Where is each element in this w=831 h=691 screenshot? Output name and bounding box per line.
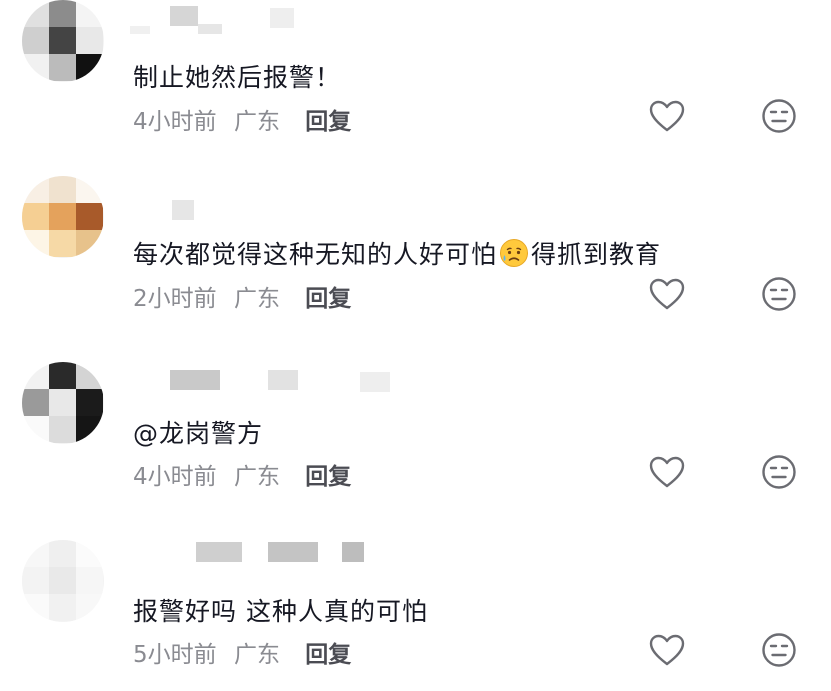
comment-text-part: 每次都觉得这种无知的人好可怕 [133, 240, 498, 269]
username-redacted[interactable] [130, 542, 390, 568]
comment-location: 广东 [233, 464, 280, 490]
neutral-face-icon[interactable] [761, 276, 797, 312]
heart-outline-icon[interactable] [649, 456, 685, 488]
comment-meta: 4小时前 广东 回复 [133, 457, 351, 491]
comment-text: 每次都觉得这种无知的人好可怕 得抓到教育 [133, 235, 661, 271]
comment-time: 4小时前 [133, 464, 217, 490]
comment-item: @龙岗警方 4小时前 广东 回复 [0, 356, 831, 506]
avatar[interactable] [22, 540, 104, 622]
neutral-face-icon[interactable] [761, 632, 797, 668]
sad-sweat-face-icon [500, 239, 529, 267]
neutral-face-icon[interactable] [761, 98, 797, 134]
neutral-face-icon[interactable] [761, 454, 797, 490]
comment-text: 制止她然后报警！ [133, 63, 342, 92]
comment-location: 广东 [233, 109, 280, 135]
reply-button[interactable]: 回复 [305, 286, 351, 312]
reply-button[interactable]: 回复 [305, 109, 351, 135]
comment-text-part: 得抓到教育 [531, 240, 662, 269]
avatar[interactable] [22, 362, 104, 444]
comment-meta: 2小时前 广东 回复 [133, 279, 351, 313]
comment-time: 2小时前 [133, 286, 217, 312]
reply-button[interactable]: 回复 [305, 642, 351, 668]
comment-meta: 5小时前 广东 回复 [133, 635, 351, 669]
heart-outline-icon[interactable] [649, 634, 685, 666]
avatar[interactable] [22, 0, 104, 82]
comment-item: 制止她然后报警！ 4小时前 广东 回复 [0, 0, 831, 150]
avatar[interactable] [22, 176, 104, 258]
heart-outline-icon[interactable] [649, 100, 685, 132]
comment-item: 每次都觉得这种无知的人好可怕 得抓到教育 2小时前 广东 回复 [0, 176, 831, 328]
comment-meta: 4小时前 广东 回复 [133, 102, 351, 136]
reply-button[interactable]: 回复 [305, 464, 351, 490]
heart-outline-icon[interactable] [649, 278, 685, 310]
comment-location: 广东 [233, 642, 280, 668]
comment-time: 4小时前 [133, 109, 217, 135]
username-redacted[interactable] [130, 4, 390, 34]
username-redacted[interactable] [130, 200, 390, 226]
username-redacted[interactable] [130, 370, 390, 396]
comment-item: 报警好吗 这种人真的可怕 5小时前 广东 回复 [0, 534, 831, 684]
comment-time: 5小时前 [133, 642, 217, 668]
comment-text: 报警好吗 这种人真的可怕 [133, 597, 428, 626]
comment-text: @龙岗警方 [133, 419, 264, 448]
comment-location: 广东 [233, 286, 280, 312]
